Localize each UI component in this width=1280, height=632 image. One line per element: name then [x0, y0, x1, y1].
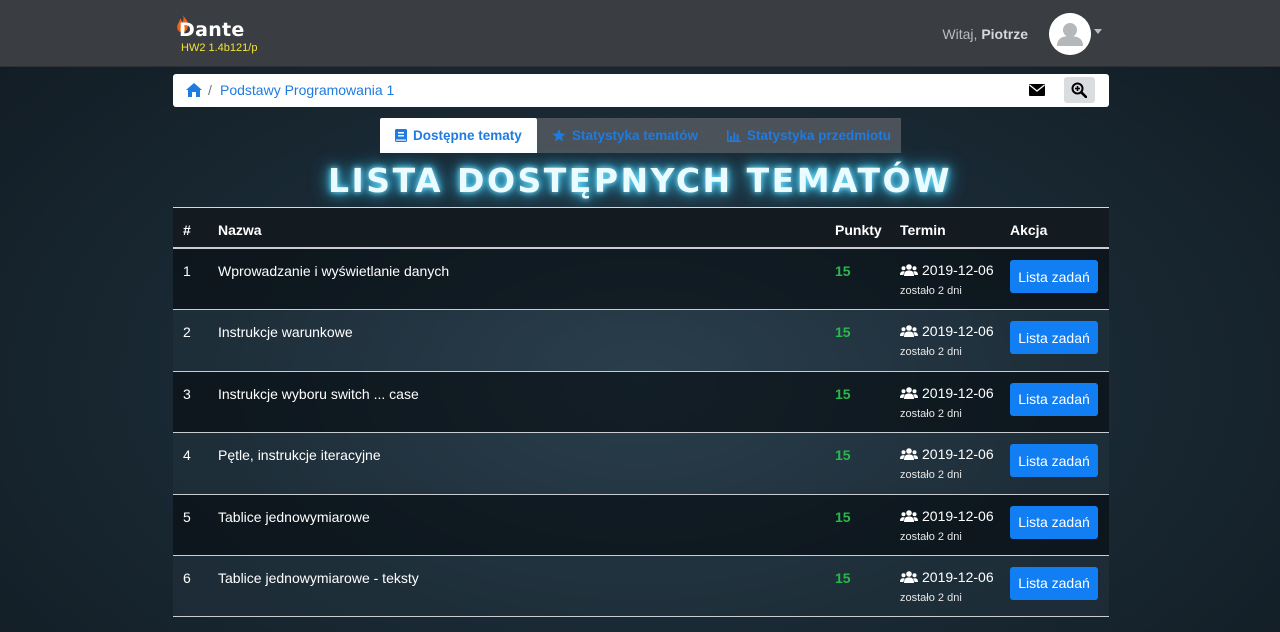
time-left: zostało 2 dni [900, 469, 962, 482]
topic-name: Tablice jednowymiarowe - teksty [218, 569, 419, 586]
deadline-date: 2019-12-06 [900, 569, 994, 585]
time-left: zostało 2 dni [900, 346, 962, 359]
tab-subject-statistics[interactable]: Statystyka przedmiotu [715, 118, 901, 153]
header-action: Akcja [1010, 222, 1048, 238]
star-icon [552, 129, 566, 142]
breadcrumb-separator: / [208, 82, 212, 98]
task-list-button[interactable]: Lista zadań [1010, 321, 1098, 355]
users-icon [900, 386, 918, 399]
header-deadline: Termin [900, 222, 946, 238]
users-icon [900, 264, 918, 276]
tab-available-topics[interactable]: Dostępne tematy [380, 118, 537, 153]
time-left: zostało 2 dni [900, 530, 962, 543]
topic-name: Pętle, instrukcje iteracyjne [218, 447, 381, 464]
tab-topic-statistics[interactable]: Statystyka tematów [537, 118, 715, 153]
table-body: 1 Wprowadzanie i wyświetlanie danych 15 … [173, 249, 1109, 618]
breadcrumb-course-link[interactable]: Podstawy Programowania 1 [220, 82, 394, 98]
table-row: 6 Tablice jednowymiarowe - teksty 15 201… [173, 555, 1109, 618]
page-title: LISTA DOSTĘPNYCH TEMATÓW [328, 161, 952, 200]
home-icon[interactable] [186, 83, 202, 97]
time-left: zostało 2 dni [900, 285, 962, 297]
topic-points: 15 [835, 447, 851, 464]
header-num: # [183, 222, 191, 238]
deadline-date: 2019-12-06 [900, 385, 994, 401]
deadline-date-text: 2019-12-06 [922, 568, 994, 585]
row-number: 1 [183, 263, 191, 279]
tab-label: Statystyka tematów [572, 128, 699, 143]
user-greeting: Witaj, Piotrze [942, 26, 1028, 42]
book-icon [395, 129, 407, 142]
users-icon [900, 448, 918, 461]
greeting-text: Witaj, [942, 26, 978, 42]
table-header: # Nazwa Punkty Termin Akcja [173, 207, 1109, 249]
deadline-date-text: 2019-12-06 [922, 384, 994, 401]
deadline-date-text: 2019-12-06 [922, 446, 994, 463]
zoom-in-icon [1071, 82, 1087, 98]
user-name: Piotrze [981, 26, 1028, 42]
row-number: 4 [183, 447, 191, 464]
time-left: zostało 2 dni [900, 407, 962, 420]
chevron-down-icon[interactable] [1094, 29, 1102, 34]
topics-table: # Nazwa Punkty Termin Akcja 1 Wprowadzan… [173, 207, 1109, 618]
breadcrumb: / Podstawy Programowania 1 [173, 74, 1109, 107]
table-row: 5 Tablice jednowymiarowe 15 2019-12-06 z… [173, 494, 1109, 556]
users-icon [900, 325, 918, 338]
deadline-date: 2019-12-06 [900, 446, 994, 462]
avatar[interactable] [1049, 13, 1091, 55]
topic-name: Instrukcje wyboru switch ... case [218, 385, 419, 402]
deadline-date: 2019-12-06 [900, 508, 994, 524]
header-name: Nazwa [218, 222, 262, 238]
deadline-date-text: 2019-12-06 [922, 507, 994, 524]
zoom-button[interactable] [1064, 77, 1095, 103]
deadline-date-text: 2019-12-06 [922, 262, 994, 278]
topic-name: Tablice jednowymiarowe [218, 508, 370, 525]
users-icon [900, 571, 918, 583]
topic-points: 15 [835, 324, 851, 341]
row-number: 3 [183, 385, 191, 402]
tabs: Dostępne tematy Statystyka tematów Staty… [380, 118, 901, 153]
task-list-button[interactable]: Lista zadań [1010, 444, 1098, 478]
row-number: 5 [183, 508, 191, 525]
row-number: 2 [183, 324, 191, 341]
top-navbar: Dante HW2 1.4b121/p Witaj, Piotrze [0, 0, 1280, 67]
users-icon [900, 509, 918, 522]
brand-version: HW2 1.4b121/p [181, 42, 258, 54]
mail-icon[interactable] [1029, 84, 1045, 96]
task-list-button[interactable]: Lista zadań [1010, 505, 1098, 539]
header-points: Punkty [835, 222, 882, 238]
row-number: 6 [183, 569, 191, 586]
topic-points: 15 [835, 508, 851, 525]
table-row: 3 Instrukcje wyboru switch ... case 15 2… [173, 371, 1109, 434]
topic-points: 15 [835, 263, 851, 279]
table-row: 1 Wprowadzanie i wyświetlanie danych 15 … [173, 249, 1109, 311]
topic-points: 15 [835, 569, 851, 586]
topic-name: Wprowadzanie i wyświetlanie danych [218, 263, 450, 279]
table-row: 2 Instrukcje warunkowe 15 2019-12-06 zos… [173, 310, 1109, 372]
deadline-date-text: 2019-12-06 [922, 323, 994, 340]
tab-label: Statystyka przedmiotu [747, 128, 892, 143]
tab-label: Dostępne tematy [413, 128, 522, 143]
topic-points: 15 [835, 385, 851, 402]
table-row: 4 Pętle, instrukcje iteracyjne 15 2019-1… [173, 433, 1109, 495]
deadline-date: 2019-12-06 [900, 262, 994, 278]
task-list-button[interactable]: Lista zadań [1010, 260, 1098, 293]
task-list-button[interactable]: Lista zadań [1010, 566, 1098, 600]
brand-name: Dante [179, 19, 245, 41]
time-left: zostało 2 dni [900, 591, 962, 604]
deadline-date: 2019-12-06 [900, 323, 994, 339]
topic-name: Instrukcje warunkowe [218, 324, 353, 341]
bar-chart-icon [727, 129, 741, 142]
task-list-button[interactable]: Lista zadań [1010, 382, 1098, 416]
user-avatar-icon [1049, 13, 1091, 55]
